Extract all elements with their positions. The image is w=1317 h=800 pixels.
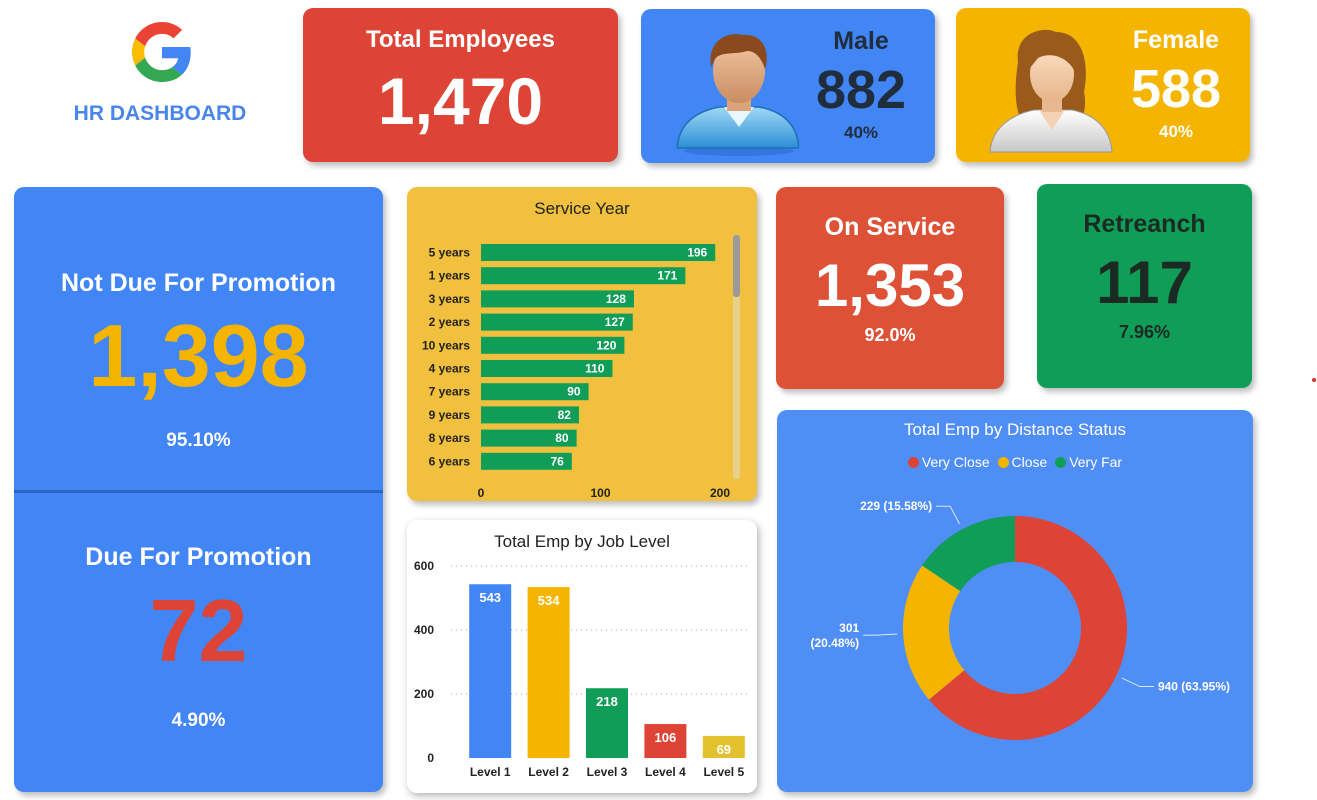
donut-data-label: 229 (15.58%) bbox=[860, 499, 932, 513]
job-level-bar bbox=[527, 587, 570, 758]
bar-value-label: 196 bbox=[687, 246, 707, 260]
bar-category-label: 2 years bbox=[429, 315, 471, 329]
on-service-card: On Service 1,353 92.0% bbox=[776, 187, 1004, 389]
female-value: 588 bbox=[1130, 59, 1222, 119]
bar-category-label: 1 years bbox=[429, 269, 471, 283]
service-year-bar bbox=[481, 267, 686, 285]
bar-category-label: 9 years bbox=[429, 408, 471, 422]
bar-category-label: 6 years bbox=[429, 454, 471, 468]
x-tick-label: 200 bbox=[710, 486, 730, 500]
bar-value-label: 90 bbox=[567, 385, 581, 399]
retreanch-percentage: 7.96% bbox=[1118, 322, 1171, 342]
job-level-chart: 0 200 400 600 543 Level 1 534 Level 2 218 Level 3… bbox=[414, 559, 747, 779]
female-avatar-icon bbox=[989, 29, 1113, 153]
donut-data-label: 301 bbox=[839, 621, 859, 635]
dashboard-title: HR DASHBOARD bbox=[73, 102, 247, 125]
bar-value-label: 218 bbox=[596, 694, 618, 709]
female-card: Female 588 40% bbox=[956, 8, 1250, 162]
x-category-label: Level 5 bbox=[703, 765, 744, 779]
bar-value-label: 543 bbox=[479, 590, 501, 605]
male-avatar-icon bbox=[676, 34, 799, 156]
y-tick-label: 0 bbox=[427, 751, 434, 765]
x-category-label: Level 3 bbox=[587, 765, 628, 779]
x-tick-label: 0 bbox=[478, 486, 485, 500]
due-promotion-percentage: 4.90% bbox=[171, 710, 226, 731]
bar-value-label: 82 bbox=[558, 408, 572, 422]
bar-value-label: 120 bbox=[596, 338, 616, 352]
promotion-card: Not Due For Promotion 1,398 95.10% Due F… bbox=[14, 187, 383, 792]
retreanch-card: Retreanch 117 7.96% bbox=[1037, 184, 1252, 388]
x-category-label: Level 1 bbox=[470, 765, 511, 779]
leader-line bbox=[1121, 677, 1154, 688]
bar-category-label: 5 years bbox=[429, 246, 471, 260]
y-tick-label: 200 bbox=[414, 687, 434, 701]
not-due-promotion-value: 1,398 bbox=[88, 306, 309, 405]
x-category-label: Level 4 bbox=[645, 765, 686, 779]
bar-value-label: 534 bbox=[538, 593, 560, 608]
job-level-chart-card: Total Emp by Job Level 0 200 400 600 543 Leve… bbox=[407, 520, 757, 793]
bar-value-label: 128 bbox=[606, 292, 626, 306]
bar-category-label: 8 years bbox=[429, 431, 471, 445]
x-category-label: Level 2 bbox=[528, 765, 569, 779]
total-employees-title: Total Employees bbox=[366, 26, 555, 53]
donut-data-label: (20.48%) bbox=[810, 636, 859, 650]
bar-category-label: 4 years bbox=[429, 362, 471, 376]
donut-data-label: 940 (63.95%) bbox=[1158, 680, 1230, 694]
total-employees-card: Total Employees 1,470 bbox=[303, 8, 618, 162]
not-due-promotion-title: Not Due For Promotion bbox=[61, 269, 336, 297]
google-g-logo-icon bbox=[132, 22, 191, 82]
male-card: Male 882 40% bbox=[641, 9, 935, 163]
service-year-bar bbox=[481, 244, 716, 261]
logo-area: HR DASHBOARD bbox=[20, 10, 300, 160]
bar-value-label: 69 bbox=[717, 742, 731, 757]
leader-line bbox=[863, 633, 898, 636]
y-tick-label: 600 bbox=[414, 559, 434, 573]
female-title: Female bbox=[1132, 26, 1220, 54]
distance-donut-chart: 940 (63.95%) 301(20.48%) 229 (15.58%) bbox=[810, 499, 1230, 740]
retreanch-title: Retreanch bbox=[1083, 210, 1206, 238]
service-year-chart: 5 years 196 1 years 171 3 years 128 2 years 127… bbox=[422, 235, 740, 500]
total-employees-value: 1,470 bbox=[377, 64, 544, 138]
bar-value-label: 127 bbox=[605, 315, 625, 329]
distance-status-chart-card: Total Emp by Distance Status Very Close … bbox=[777, 410, 1253, 792]
retreanch-value: 117 bbox=[1096, 249, 1193, 316]
bar-value-label: 171 bbox=[657, 269, 677, 283]
bar-value-label: 110 bbox=[585, 362, 605, 376]
scrollbar-thumb bbox=[733, 235, 740, 297]
on-service-title: On Service bbox=[824, 213, 956, 241]
promotion-divider bbox=[14, 490, 383, 493]
leader-line bbox=[936, 505, 960, 525]
bar-value-label: 80 bbox=[555, 431, 569, 445]
male-title: Male bbox=[833, 27, 889, 55]
due-promotion-value: 72 bbox=[149, 581, 248, 680]
marker-dot bbox=[1312, 378, 1316, 382]
y-tick-label: 400 bbox=[414, 623, 434, 637]
bar-category-label: 10 years bbox=[422, 338, 470, 352]
not-due-promotion-percentage: 95.10% bbox=[166, 430, 231, 451]
job-level-bar bbox=[469, 584, 512, 758]
bar-category-label: 3 years bbox=[429, 292, 471, 306]
bar-value-label: 106 bbox=[655, 730, 677, 745]
male-percentage: 40% bbox=[843, 123, 879, 142]
male-value: 882 bbox=[815, 60, 907, 120]
service-year-chart-card: Service Year 5 years 196 1 years 171 3 years… bbox=[407, 187, 757, 501]
x-tick-label: 100 bbox=[590, 486, 610, 500]
due-promotion-title: Due For Promotion bbox=[85, 543, 312, 571]
bar-value-label: 76 bbox=[550, 454, 564, 468]
on-service-value: 1,353 bbox=[814, 252, 966, 319]
bar-category-label: 7 years bbox=[429, 385, 471, 399]
female-percentage: 40% bbox=[1158, 122, 1194, 141]
on-service-percentage: 92.0% bbox=[864, 325, 916, 345]
